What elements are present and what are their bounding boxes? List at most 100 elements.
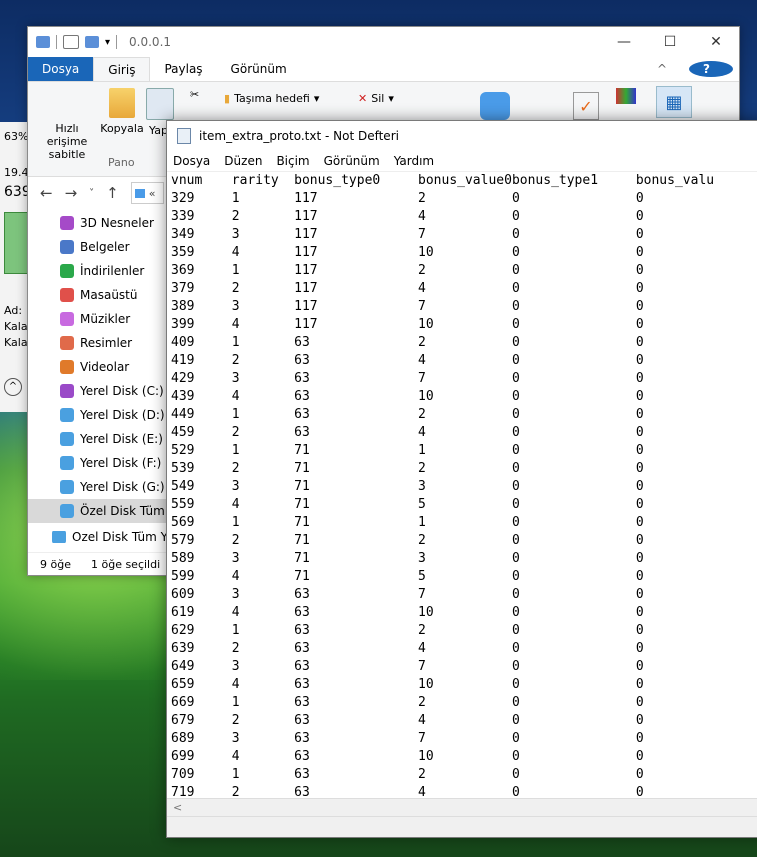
close-button[interactable]: ✕ — [693, 27, 739, 57]
text-cell: 429 — [171, 371, 195, 386]
back-icon[interactable]: ← — [40, 184, 53, 202]
text-cell: 0 — [511, 695, 520, 710]
text-cell: 7 — [418, 227, 426, 242]
winrar-icon[interactable] — [616, 88, 636, 104]
text-cell: 1 — [231, 623, 240, 638]
tree-item[interactable]: Belgeler — [28, 235, 168, 259]
tab-view[interactable]: Görünüm — [217, 57, 301, 81]
cut-icon[interactable]: ✂ — [190, 88, 199, 101]
tree-item-label: Masaüstü — [80, 288, 138, 302]
tree-item-label: Yerel Disk (C:) — [80, 384, 164, 398]
notepad-menu-item[interactable]: Yardım — [394, 154, 434, 168]
text-cell: 71 — [294, 497, 310, 512]
text-cell: 0 — [511, 191, 520, 206]
task-manager-window: 63% 19.47 639 Ad: Kala Kala ^ — [0, 122, 36, 412]
forward-icon[interactable]: → — [65, 184, 78, 202]
collapse-icon[interactable]: ^ — [4, 378, 22, 396]
help-icon[interactable]: ? — [689, 61, 733, 77]
text-cell: 0 — [511, 461, 520, 476]
text-line: 429 3 63 7 0 0 — [171, 371, 757, 389]
text-line: 379 2 117 4 0 0 — [171, 281, 757, 299]
tree-item-icon — [60, 336, 74, 350]
tree-item[interactable]: Yerel Disk (E:) — [28, 427, 168, 451]
text-cell: 0 — [511, 299, 520, 314]
text-cell: 4 — [231, 677, 240, 692]
notepad-menu-item[interactable]: Biçim — [276, 154, 309, 168]
text-cell: 0 — [635, 515, 644, 530]
address-bar[interactable]: « — [130, 182, 164, 204]
minimize-button[interactable]: — — [601, 27, 647, 57]
text-cell: 1 — [231, 191, 240, 206]
text-cell: 709 — [171, 767, 195, 782]
text-cell: 2 — [418, 695, 426, 710]
text-cell: 0 — [635, 785, 644, 798]
text-cell: 2 — [231, 209, 240, 224]
text-area[interactable]: vnum rarity bonus_type0 bonus_value0 bonus_t… — [167, 171, 757, 798]
tree-item[interactable]: Yerel Disk (D:) — [28, 403, 168, 427]
horizontal-scrollbar[interactable]: < — [167, 798, 757, 816]
text-cell: 0 — [635, 749, 644, 764]
text-cell: 0 — [511, 425, 520, 440]
tree-item-label: Yerel Disk (F:) — [80, 456, 162, 470]
text-cell: 0 — [511, 641, 520, 656]
text-cell: 10 — [418, 749, 434, 764]
text-cell: 2 — [418, 461, 426, 476]
notepad-menu-item[interactable]: Düzen — [224, 154, 262, 168]
tree-item[interactable]: Resimler — [28, 331, 168, 355]
up-icon[interactable]: ↑ — [106, 184, 119, 202]
notepad-menu-item[interactable]: Görünüm — [324, 154, 380, 168]
copy-button[interactable]: Kopyala — [100, 88, 144, 135]
scroll-left-icon[interactable]: < — [173, 801, 182, 814]
text-line: 529 1 71 1 0 0 — [171, 443, 757, 461]
text-cell: 0 — [635, 623, 644, 638]
text-cell: 379 — [171, 281, 195, 296]
text-cell: 4 — [418, 353, 426, 368]
properties-check-icon[interactable]: ✓ — [573, 92, 599, 120]
tree-item[interactable]: Yerel Disk (F:) — [28, 451, 168, 475]
tree-item[interactable]: Yerel Disk (G:) — [28, 475, 168, 499]
delete-button[interactable]: ✕ Sil ▾ — [358, 92, 394, 105]
select-all-icon[interactable]: ▦ — [656, 86, 692, 118]
tree-item[interactable]: Özel Disk Tüm Yed — [28, 531, 168, 543]
text-cell: 529 — [171, 443, 195, 458]
text-line: 569 1 71 1 0 0 — [171, 515, 757, 533]
recent-dropdown-icon[interactable]: ˅ — [89, 188, 94, 199]
text-line: 589 3 71 3 0 0 — [171, 551, 757, 569]
text-cell: 63 — [294, 731, 310, 746]
tree-item[interactable]: Yerel Disk (C:) — [28, 379, 168, 403]
new-folder-big-icon[interactable] — [480, 92, 510, 120]
tree-item-icon — [60, 432, 74, 446]
notepad-menu-item[interactable]: Dosya — [173, 154, 210, 168]
new-folder-icon[interactable] — [85, 36, 99, 48]
text-line: 579 2 71 2 0 0 — [171, 533, 757, 551]
tree-item[interactable]: İndirilenler — [28, 259, 168, 283]
address-folder-icon — [134, 188, 145, 198]
tab-file[interactable]: Dosya — [28, 57, 94, 81]
text-cell: 10 — [418, 677, 434, 692]
header-cell: rarity — [231, 173, 279, 188]
text-line: 659 4 63 10 0 0 — [171, 677, 757, 695]
explorer-status-bar: 9 öğe 1 öğe seçildi — [28, 552, 180, 575]
tree-item[interactable]: Masaüstü — [28, 283, 168, 307]
text-cell: 2 — [231, 461, 240, 476]
maximize-button[interactable]: ☐ — [647, 27, 693, 57]
quick-access-dropdown-icon[interactable]: ▾ — [105, 37, 110, 48]
pin-quick-access-button[interactable]: Hızlı erişime sabitle — [34, 122, 100, 161]
move-to-button[interactable]: ▮ Taşıma hedefi ▾ — [224, 92, 319, 105]
properties-icon[interactable] — [63, 35, 79, 49]
ribbon-collapse-icon[interactable]: ^ — [643, 62, 681, 76]
paste-icon — [146, 88, 174, 120]
navigation-tree: 3D Nesneler Belgeler İndirilenler Masaüstü M… — [28, 211, 176, 543]
tree-item[interactable]: Özel Disk Tüm Y — [28, 499, 176, 523]
tree-item-icon — [60, 480, 74, 494]
tab-share[interactable]: Paylaş — [150, 57, 216, 81]
tree-item-icon — [60, 312, 74, 326]
text-content: vnum rarity bonus_type0 bonus_value0 bonus_t… — [171, 173, 757, 798]
tree-item[interactable]: Videolar — [28, 355, 168, 379]
tab-home[interactable]: Giriş — [93, 57, 151, 81]
text-cell: 2 — [231, 713, 240, 728]
tree-item[interactable]: Müzikler — [28, 307, 168, 331]
tree-item[interactable]: 3D Nesneler — [28, 211, 168, 235]
tree-item-icon — [60, 456, 74, 470]
text-cell: 5 — [418, 569, 426, 584]
